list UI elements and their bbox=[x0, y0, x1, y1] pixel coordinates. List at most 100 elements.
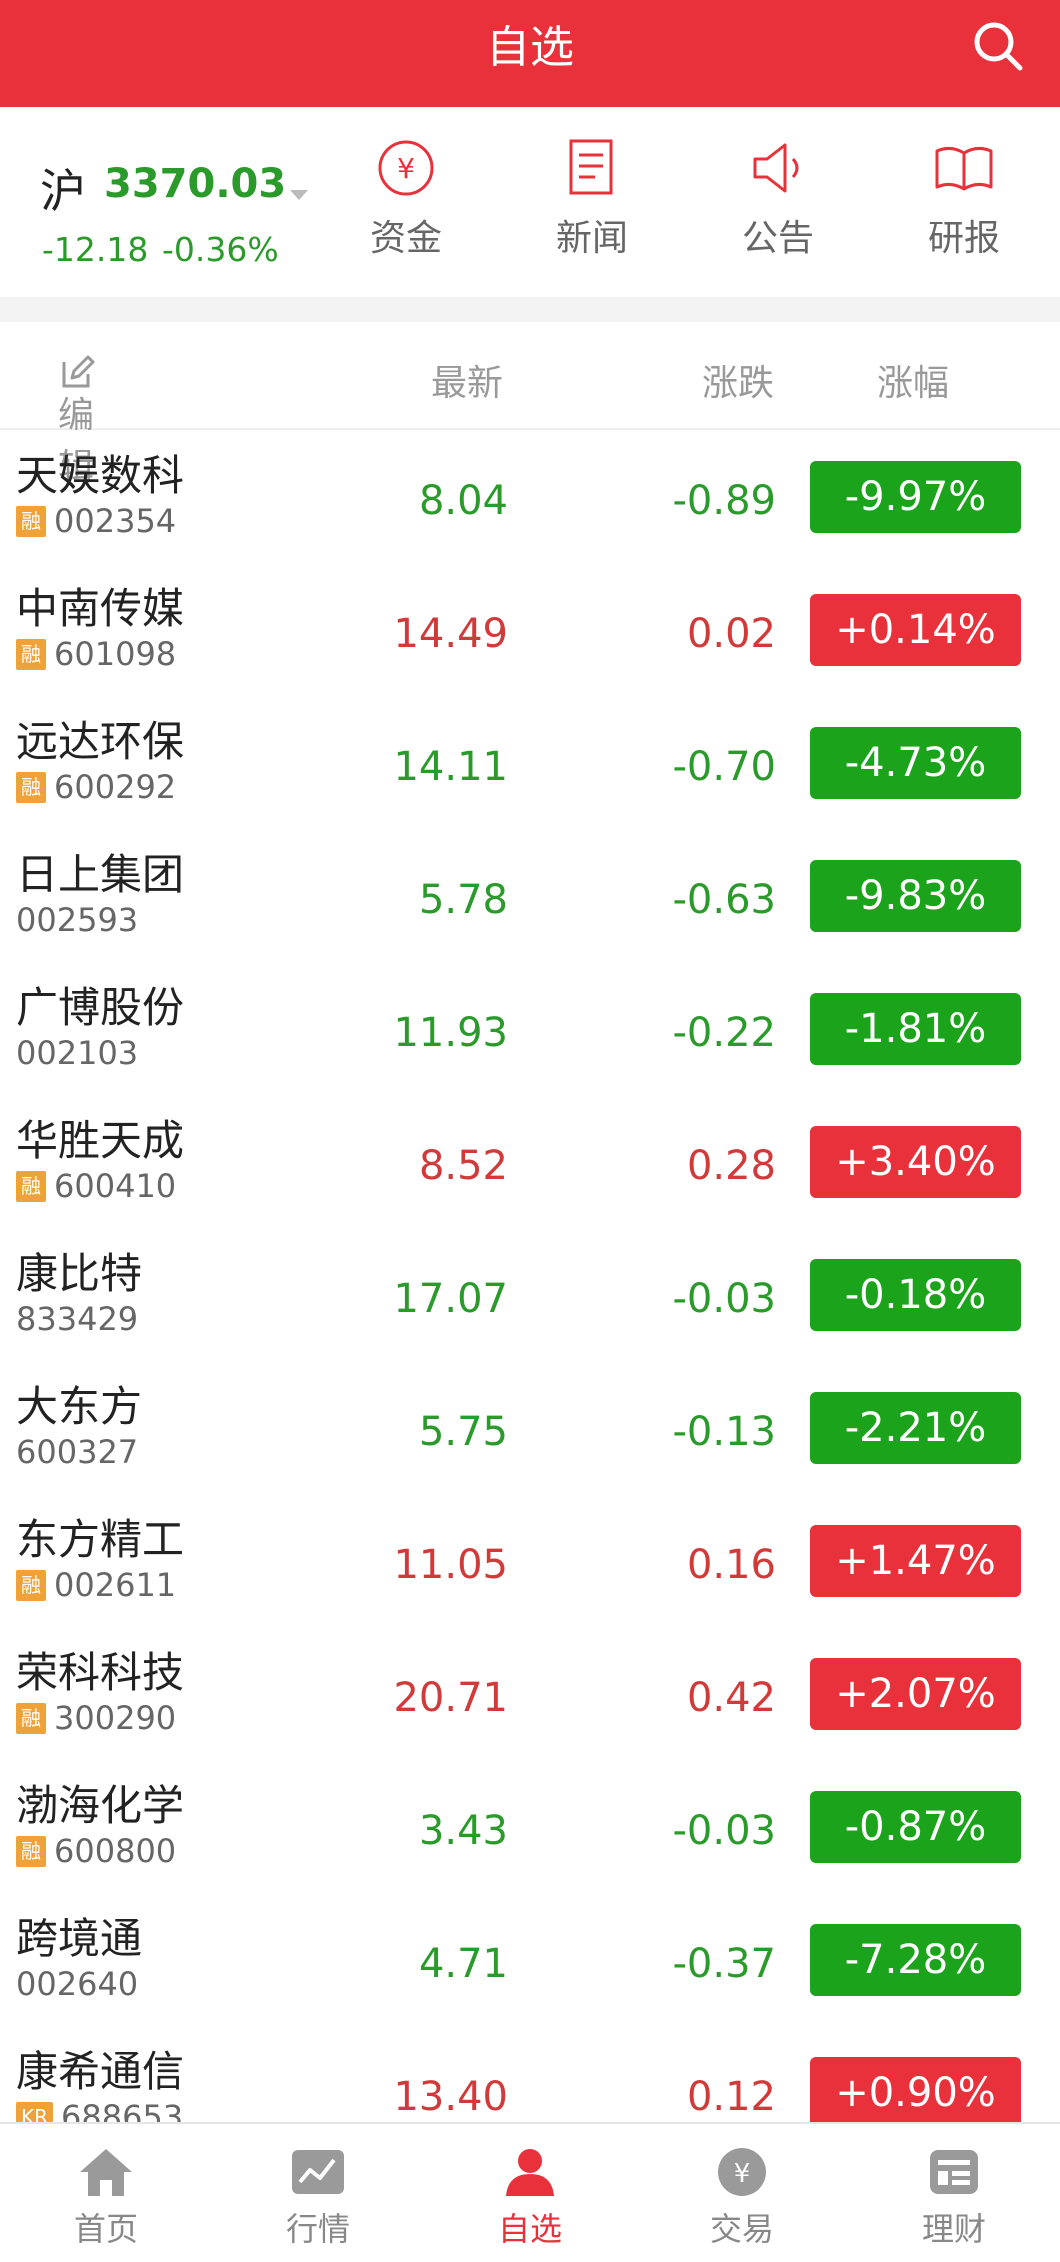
stock-change-pct[interactable]: -9.83% bbox=[810, 860, 1021, 932]
stock-change: 0.12 bbox=[686, 2074, 776, 2120]
quick-link-label: 研报 bbox=[927, 218, 1000, 259]
margin-badge: 融 bbox=[16, 505, 46, 537]
stock-change-pct[interactable]: -4.73% bbox=[810, 727, 1021, 799]
chevron-down-icon[interactable] bbox=[290, 190, 308, 200]
stock-change: -0.22 bbox=[672, 1010, 777, 1056]
book-icon bbox=[935, 146, 993, 191]
stock-code: 002593 bbox=[16, 901, 139, 939]
top-bar: 自选 bbox=[0, 0, 1060, 107]
stock-code-line: 002593 bbox=[16, 901, 138, 939]
stock-code-line: 融 601098 bbox=[16, 635, 176, 673]
index-name[interactable]: 沪 bbox=[40, 155, 86, 221]
stock-code: 002103 bbox=[16, 1034, 139, 1072]
stock-change-pct[interactable]: -9.97% bbox=[810, 461, 1021, 533]
stock-change: -0.89 bbox=[672, 478, 777, 524]
nav-market[interactable]: 行情 bbox=[253, 2146, 383, 2250]
stock-name: 荣科科技 bbox=[16, 1648, 185, 1697]
stock-price: 17.07 bbox=[393, 1276, 508, 1322]
stock-price: 11.93 bbox=[393, 1010, 508, 1056]
stock-code: 600292 bbox=[54, 768, 177, 806]
stock-change: 0.02 bbox=[686, 611, 776, 657]
stock-row[interactable]: 天娱数科融 002354 8.04 -0.89 -9.97% bbox=[0, 430, 1060, 563]
yen-circle-icon: ¥ bbox=[378, 140, 434, 196]
stock-change-pct[interactable]: +0.14% bbox=[810, 594, 1021, 666]
edit-button[interactable]: 编辑 bbox=[58, 354, 96, 488]
stock-name: 康希通信 bbox=[16, 2047, 185, 2096]
stock-row[interactable]: 荣科科技融 300290 20.71 0.42 +2.07% bbox=[0, 1627, 1060, 1760]
index-summary: 沪 3370.03 -12.18 -0.36% ¥ 资金 新闻 公告 研报 bbox=[0, 107, 1060, 297]
stock-change: -0.63 bbox=[672, 877, 777, 923]
index-change-pct: -0.36% bbox=[162, 230, 279, 269]
stock-code-line: 融 600800 bbox=[16, 1832, 176, 1870]
stock-change-pct[interactable]: -0.87% bbox=[810, 1791, 1021, 1863]
nav-label: 行情 bbox=[285, 2210, 350, 2248]
stock-code: 002354 bbox=[54, 502, 177, 540]
quick-link-news[interactable]: 新闻 bbox=[527, 137, 657, 261]
stock-price: 8.04 bbox=[418, 478, 508, 524]
index-value[interactable]: 3370.03 bbox=[104, 161, 286, 207]
stock-change-pct[interactable]: -1.81% bbox=[810, 993, 1021, 1065]
stock-change-pct[interactable]: -2.21% bbox=[810, 1392, 1021, 1464]
column-change-pct[interactable]: 涨幅 bbox=[877, 354, 949, 406]
margin-badge: 融 bbox=[16, 638, 46, 670]
stock-change-pct[interactable]: +2.07% bbox=[810, 1658, 1021, 1730]
stock-price: 11.05 bbox=[393, 1542, 508, 1588]
stock-row[interactable]: 康比特 833429 17.07 -0.03 -0.18% bbox=[0, 1228, 1060, 1361]
stock-name: 远达环保 bbox=[16, 717, 185, 766]
stock-code: 300290 bbox=[54, 1699, 177, 1737]
nav-home[interactable]: 首页 bbox=[41, 2146, 171, 2250]
stock-change: -0.13 bbox=[672, 1409, 777, 1455]
stock-change: 0.42 bbox=[686, 1675, 776, 1721]
stock-row[interactable]: 中南传媒融 601098 14.49 0.02 +0.14% bbox=[0, 563, 1060, 696]
stock-code-line: 融 300290 bbox=[16, 1699, 176, 1737]
user-icon bbox=[506, 2149, 554, 2196]
stock-price: 14.49 bbox=[393, 611, 508, 657]
nav-watchlist[interactable]: 自选 bbox=[465, 2146, 595, 2250]
stock-change-pct[interactable]: +3.40% bbox=[810, 1126, 1021, 1198]
nav-trade[interactable]: ¥ 交易 bbox=[677, 2146, 807, 2250]
column-change[interactable]: 涨跌 bbox=[702, 354, 774, 406]
stock-row[interactable]: 华胜天成融 600410 8.52 0.28 +3.40% bbox=[0, 1095, 1060, 1228]
stock-name: 大东方 bbox=[16, 1382, 143, 1431]
margin-badge: 融 bbox=[16, 1835, 46, 1867]
column-header: 编辑 最新 涨跌 涨幅 bbox=[0, 322, 1060, 488]
quick-link-label: 公告 bbox=[741, 218, 814, 259]
stock-row[interactable]: 大东方 600327 5.75 -0.13 -2.21% bbox=[0, 1361, 1060, 1494]
stock-price: 3.43 bbox=[418, 1808, 508, 1854]
stock-row[interactable]: 跨境通 002640 4.71 -0.37 -7.28% bbox=[0, 1893, 1060, 2026]
stock-row[interactable]: 日上集团 002593 5.78 -0.63 -9.83% bbox=[0, 829, 1060, 962]
speaker-icon bbox=[753, 143, 799, 193]
stock-name: 渤海化学 bbox=[16, 1781, 185, 1830]
stock-change: 0.16 bbox=[686, 1542, 776, 1588]
stock-code-line: 002640 bbox=[16, 1965, 138, 2003]
search-icon[interactable] bbox=[970, 18, 1026, 74]
quick-link-funds[interactable]: ¥ 资金 bbox=[341, 137, 471, 261]
stock-price: 5.75 bbox=[418, 1409, 508, 1455]
stock-change-pct[interactable]: +0.90% bbox=[810, 2057, 1021, 2129]
column-latest[interactable]: 最新 bbox=[431, 354, 503, 406]
nav-label: 交易 bbox=[709, 2210, 774, 2248]
stock-row[interactable]: 广博股份 002103 11.93 -0.22 -1.81% bbox=[0, 962, 1060, 1095]
nav-label: 首页 bbox=[73, 2210, 138, 2248]
stock-name: 日上集团 bbox=[16, 850, 185, 899]
stock-row[interactable]: 东方精工融 002611 11.05 0.16 +1.47% bbox=[0, 1494, 1060, 1627]
stock-code: 600410 bbox=[54, 1167, 177, 1205]
bottom-nav: 首页 行情 自选 ¥ 交易 理财 bbox=[0, 2122, 1060, 2262]
quick-link-announcements[interactable]: 公告 bbox=[713, 137, 843, 261]
stock-change-pct[interactable]: -7.28% bbox=[810, 1924, 1021, 1996]
quick-link-research[interactable]: 研报 bbox=[899, 137, 1029, 261]
stock-change-pct[interactable]: -0.18% bbox=[810, 1259, 1021, 1331]
stock-code: 600327 bbox=[16, 1433, 139, 1471]
nav-wealth[interactable]: 理财 bbox=[889, 2146, 1019, 2250]
stock-code: 833429 bbox=[16, 1300, 139, 1338]
home-icon bbox=[80, 2149, 132, 2196]
stock-row[interactable]: 渤海化学融 600800 3.43 -0.03 -0.87% bbox=[0, 1760, 1060, 1893]
stock-code-line: 002103 bbox=[16, 1034, 138, 1072]
stock-code-line: 融 600410 bbox=[16, 1167, 176, 1205]
stock-price: 20.71 bbox=[393, 1675, 508, 1721]
stock-name: 天娱数科 bbox=[16, 451, 185, 500]
stock-row[interactable]: 远达环保融 600292 14.11 -0.70 -4.73% bbox=[0, 696, 1060, 829]
stock-code-line: 融 002354 bbox=[16, 502, 176, 540]
stock-change-pct[interactable]: +1.47% bbox=[810, 1525, 1021, 1597]
stock-name: 华胜天成 bbox=[16, 1116, 185, 1165]
